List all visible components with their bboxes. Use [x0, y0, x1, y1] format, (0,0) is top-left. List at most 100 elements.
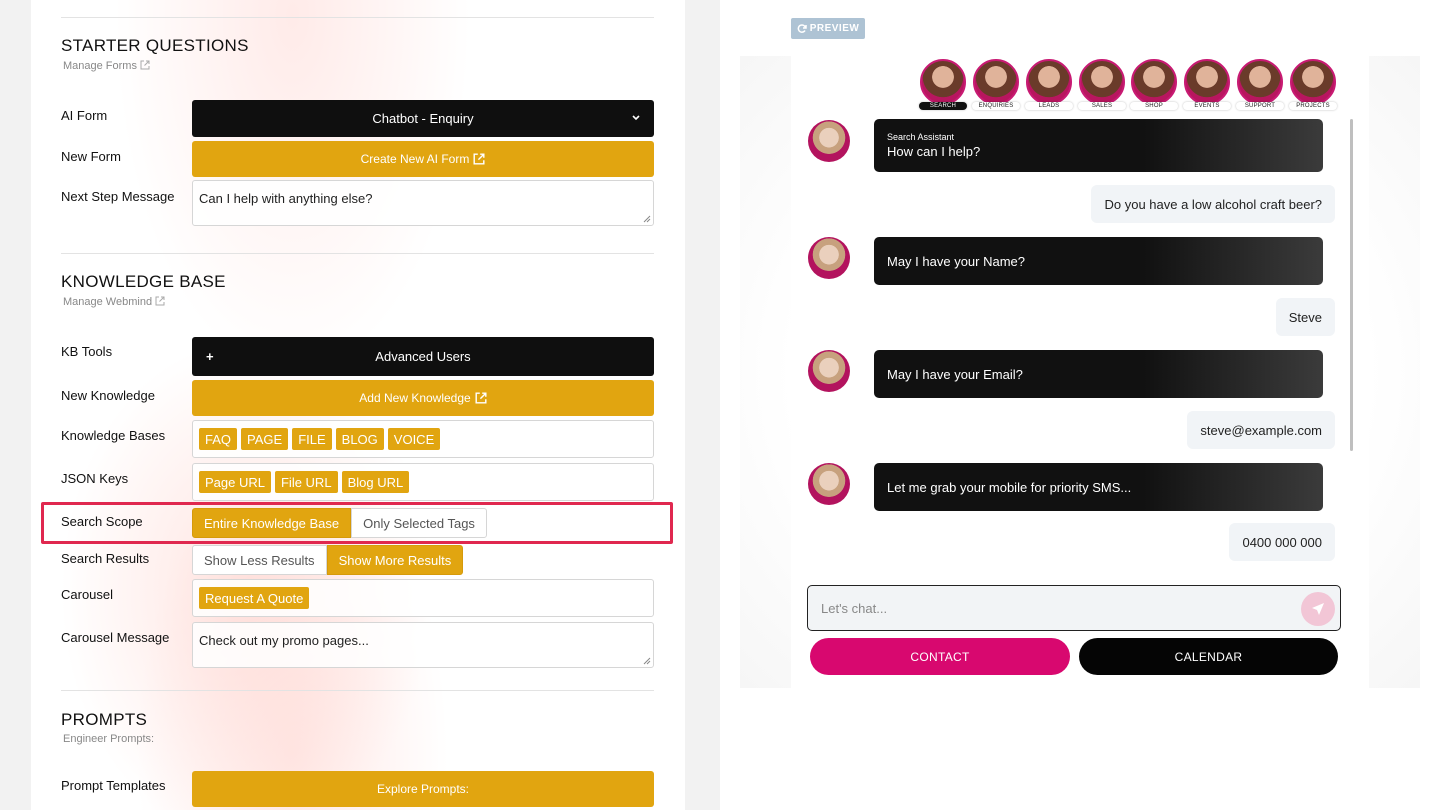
carousel-label: Carousel: [61, 587, 114, 602]
user-message: 0400 000 000: [1229, 523, 1335, 561]
preview-button[interactable]: PREVIEW: [791, 18, 865, 39]
carousel-message-textarea[interactable]: Check out my promo pages...: [192, 622, 654, 668]
tag-faq[interactable]: FAQ: [199, 428, 238, 450]
kb-tools-label: KB Tools: [61, 344, 113, 359]
bot-message-text: Let me grab your mobile for priority SMS…: [887, 479, 1132, 495]
agent-label: SHOP: [1130, 102, 1178, 110]
bot-message-text: May I have your Email?: [887, 366, 1023, 382]
manage-forms-link[interactable]: Manage Forms: [63, 60, 150, 72]
chat-scrollbar[interactable]: [1350, 119, 1353, 451]
knowledge-bases-label: Knowledge Bases: [61, 428, 166, 443]
bot-message: May I have your Name?: [874, 237, 1323, 285]
chat-input[interactable]: Let's chat...: [807, 585, 1341, 631]
tag-file[interactable]: FILE: [292, 428, 332, 450]
agent-events[interactable]: EVENTS: [1183, 59, 1231, 110]
kb-tools-accordion[interactable]: + Advanced Users: [192, 337, 654, 376]
divider: [61, 17, 654, 18]
scope-entire-kb-option[interactable]: Entire Knowledge Base: [192, 508, 352, 538]
ai-form-label: AI Form: [61, 108, 108, 123]
resize-handle-icon[interactable]: [643, 657, 651, 665]
agent-label: SUPPORT: [1236, 102, 1284, 110]
show-less-results-option[interactable]: Show Less Results: [192, 545, 327, 575]
send-icon: [1312, 603, 1324, 615]
agent-avatar: [973, 59, 1019, 105]
carousel-message-value: Check out my promo pages...: [199, 633, 369, 648]
bot-message: Let me grab your mobile for priority SMS…: [874, 463, 1323, 511]
add-new-knowledge-button[interactable]: Add New Knowledge: [192, 380, 654, 416]
user-message: steve@example.com: [1187, 411, 1335, 449]
bot-message-text: How can I help?: [887, 144, 981, 159]
agent-avatar: [1079, 59, 1125, 105]
assistant-avatar: [808, 463, 850, 505]
next-step-label: Next Step Message: [61, 189, 175, 204]
agent-label: LEADS: [1025, 102, 1073, 110]
send-button[interactable]: [1301, 592, 1335, 626]
knowledge-base-title: KNOWLEDGE BASE: [61, 272, 226, 291]
tag-blog[interactable]: BLOG: [335, 428, 384, 450]
json-keys-tags[interactable]: Page URL File URL Blog URL: [192, 463, 654, 501]
agent-avatar: [1184, 59, 1230, 105]
resize-handle-icon[interactable]: [643, 215, 651, 223]
assistant-avatar: [808, 120, 850, 162]
create-ai-form-button[interactable]: Create New AI Form: [192, 141, 654, 177]
bot-message-text: May I have your Name?: [887, 253, 1026, 269]
agent-shop[interactable]: SHOP: [1130, 59, 1178, 110]
ai-form-value: Chatbot - Enquiry: [372, 111, 474, 126]
agent-avatar: [1026, 59, 1072, 105]
tag-blog-url[interactable]: Blog URL: [341, 471, 410, 493]
search-scope-toggle[interactable]: Entire Knowledge Base Only Selected Tags: [192, 508, 487, 538]
user-message: Do you have a low alcohol craft beer?: [1091, 185, 1335, 223]
agent-support[interactable]: SUPPORT: [1236, 59, 1284, 110]
bot-message: Search Assistant How can I help?: [874, 119, 1323, 172]
divider: [61, 690, 654, 691]
carousel-tags[interactable]: Request A Quote: [192, 579, 654, 617]
tag-page[interactable]: PAGE: [241, 428, 289, 450]
agent-avatar: [920, 59, 966, 105]
assistant-avatar: [808, 237, 850, 279]
user-message: Steve: [1275, 298, 1335, 336]
search-results-toggle[interactable]: Show Less Results Show More Results: [192, 545, 464, 575]
next-step-textarea[interactable]: Can I help with anything else?: [192, 180, 654, 226]
agent-label: PROJECTS: [1289, 102, 1337, 110]
next-step-value: Can I help with anything else?: [199, 191, 373, 206]
search-scope-label: Search Scope: [61, 514, 143, 529]
carousel-message-label: Carousel Message: [61, 630, 170, 645]
agent-enquiries[interactable]: ENQUIRIES: [972, 59, 1020, 110]
explore-prompts-button[interactable]: Explore Prompts:: [192, 771, 654, 807]
show-more-results-option[interactable]: Show More Results: [326, 545, 464, 575]
tag-page-url[interactable]: Page URL: [199, 471, 271, 493]
contact-button[interactable]: CONTACT: [810, 638, 1070, 675]
external-link-icon: [155, 296, 165, 306]
agent-label: ENQUIRIES: [972, 102, 1020, 110]
chevron-down-icon: [632, 115, 640, 121]
manage-webmind-link[interactable]: Manage Webmind: [63, 296, 165, 308]
external-link-icon: [475, 392, 487, 404]
external-link-icon: [473, 153, 485, 165]
settings-panel: STARTER QUESTIONS Manage Forms AI Form C…: [31, 0, 685, 810]
plus-icon: +: [206, 349, 214, 364]
divider: [61, 253, 654, 254]
json-keys-label: JSON Keys: [61, 471, 129, 486]
agent-leads[interactable]: LEADS: [1025, 59, 1073, 110]
bot-message: May I have your Email?: [874, 350, 1323, 398]
agent-avatar: [1131, 59, 1177, 105]
prompt-templates-label: Prompt Templates: [61, 778, 166, 793]
tag-file-url[interactable]: File URL: [274, 471, 338, 493]
ai-form-select[interactable]: Chatbot - Enquiry: [192, 100, 654, 137]
agent-sales[interactable]: SALES: [1078, 59, 1126, 110]
agent-label: EVENTS: [1183, 102, 1231, 110]
agent-projects[interactable]: PROJECTS: [1289, 59, 1337, 110]
new-form-label: New Form: [61, 149, 121, 164]
knowledge-bases-tags[interactable]: FAQ PAGE FILE BLOG VOICE: [192, 420, 654, 458]
scope-selected-tags-option[interactable]: Only Selected Tags: [351, 508, 487, 538]
tag-voice[interactable]: VOICE: [387, 428, 441, 450]
kb-tools-value: Advanced Users: [375, 349, 471, 364]
assistant-name: Search Assistant: [887, 132, 955, 142]
starter-questions-title: STARTER QUESTIONS: [61, 36, 249, 55]
agent-label: SALES: [1078, 102, 1126, 110]
chat-input-placeholder: Let's chat...: [821, 600, 888, 616]
tag-request-quote[interactable]: Request A Quote: [199, 587, 310, 609]
agent-search[interactable]: SEARCH: [919, 59, 967, 110]
calendar-button[interactable]: CALENDAR: [1079, 638, 1338, 675]
external-link-icon: [140, 60, 150, 70]
